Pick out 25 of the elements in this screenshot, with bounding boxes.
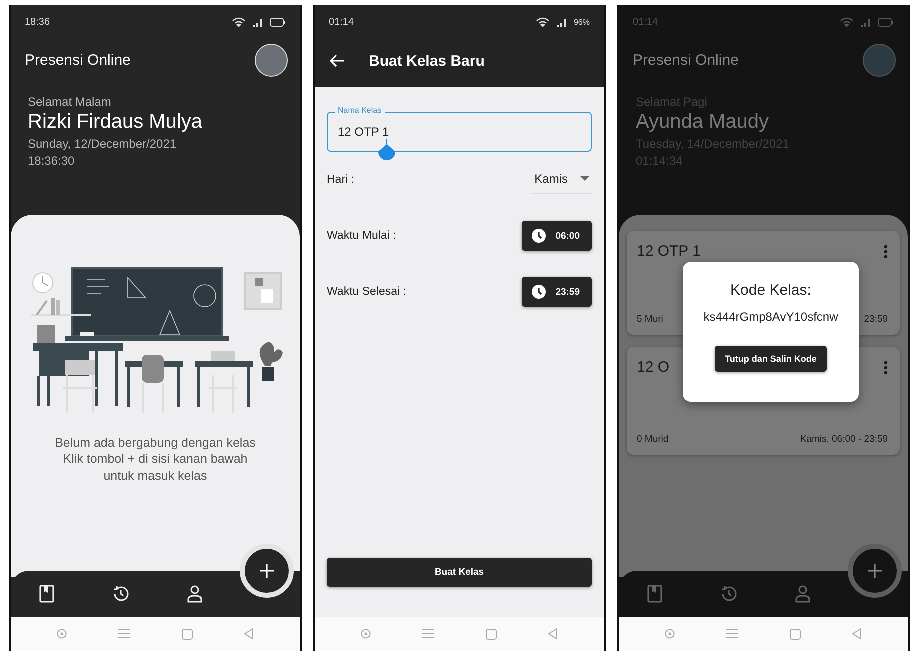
user-name: Rizki Firdaus Mulya [28,111,204,134]
field-label: Hari : [327,174,354,186]
status-time: 01:14 [329,16,354,28]
empty-message: Belum ada bergabung dengan kelas Klik tombol + di sisi kanan bawah untuk masuk kelas [55,435,256,484]
status-time: 18:36 [25,16,50,28]
class-schedule: Kamis, 06:00 - 23:59 [800,434,888,445]
field-label: Waktu Mulai : [327,230,396,242]
field-label: Waktu Selesai : [327,286,406,298]
clock-text: 18:36:30 [28,154,76,168]
app-title: Presensi Online [25,52,131,68]
field-label: Nama Kelas [335,106,385,116]
class-name: 12 OTP 1 [637,243,701,260]
class-code: ks444rGmp8AvY10sfcnw [704,310,838,324]
app-title: Presensi Online [633,52,739,68]
student-count: 5 Muri [637,314,664,325]
class-schedule: 23:59 [864,314,888,325]
student-count: 0 Murid [637,434,669,445]
page-title: Buat Kelas Baru [369,52,485,70]
user-name: Ayunda Maudy [636,111,770,134]
class-name: 12 O [637,359,670,376]
greeting-text: Selamat Malam [28,95,112,109]
status-time: 01:14 [633,16,658,28]
date-text: Sunday, 12/December/2021 [28,137,178,151]
battery-percent: 96% [574,18,590,26]
dialog-title: Kode Kelas: [730,282,812,299]
